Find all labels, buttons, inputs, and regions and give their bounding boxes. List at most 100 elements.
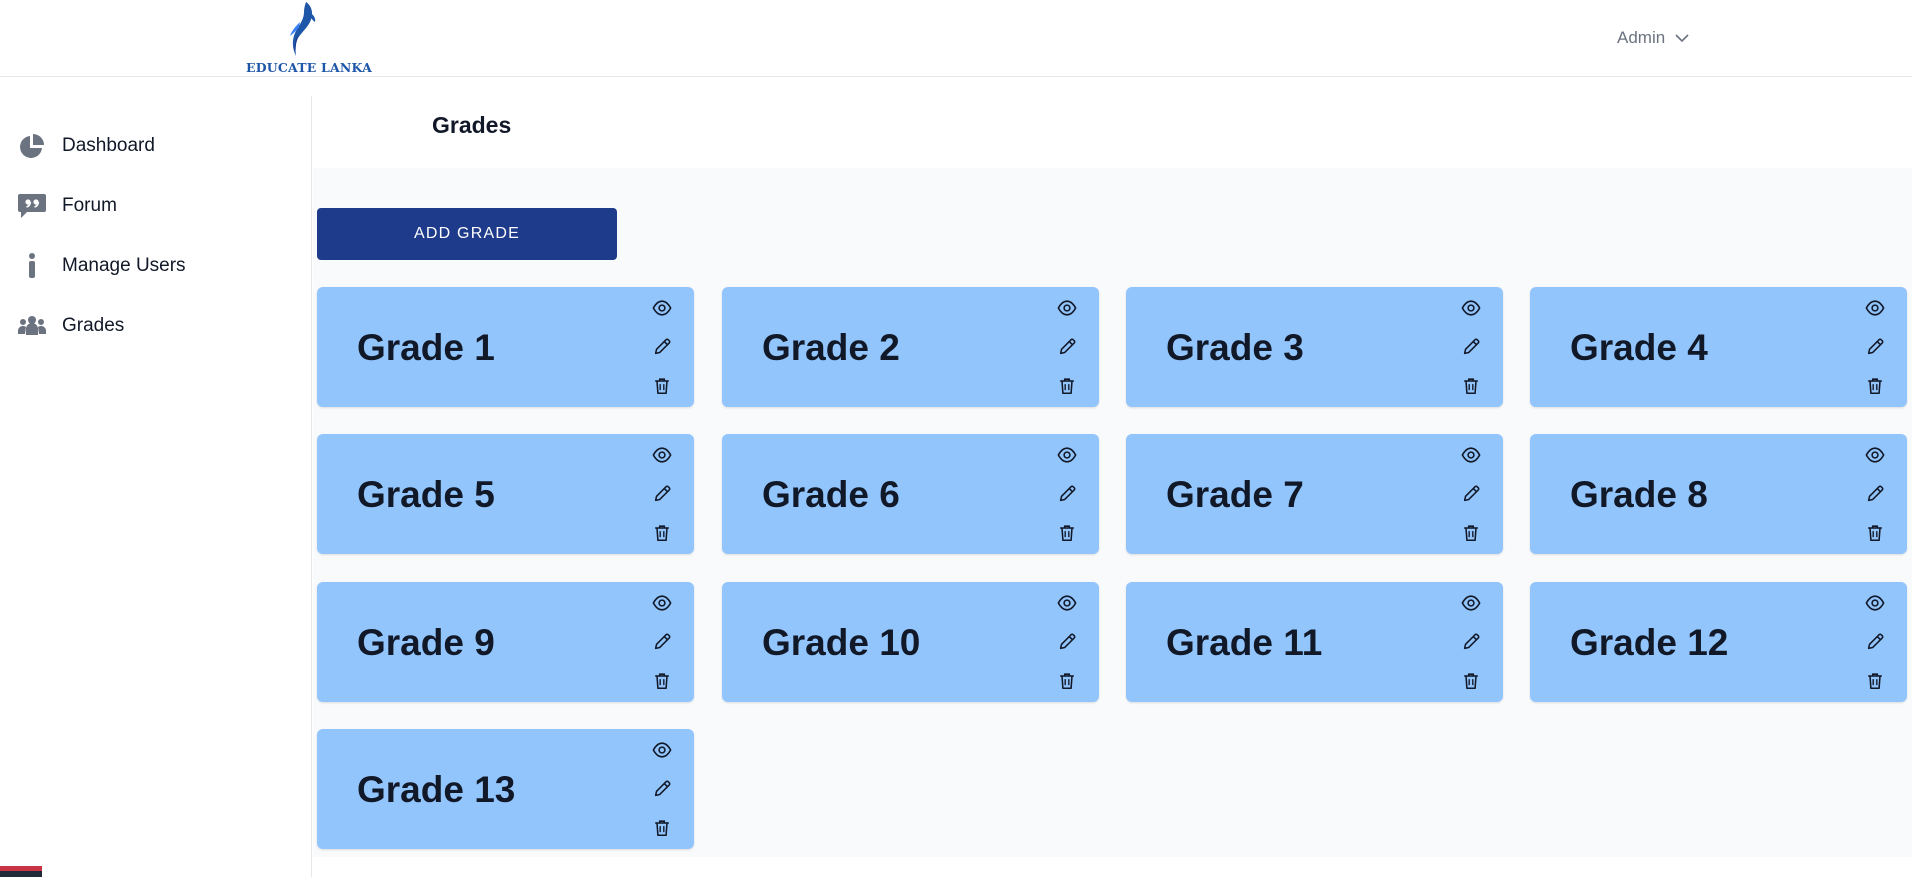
edit-grade-button[interactable] [1460, 483, 1482, 505]
grade-card-title: Grade 5 [357, 474, 495, 515]
eye-icon [652, 447, 672, 463]
grade-card-title: Grade 6 [762, 474, 900, 515]
users-group-icon [16, 310, 48, 342]
view-grade-button[interactable] [1056, 444, 1078, 466]
pencil-icon [1867, 338, 1884, 355]
delete-grade-button[interactable] [651, 670, 673, 692]
eye-icon [1057, 447, 1077, 463]
person-icon [16, 250, 48, 282]
grade-card[interactable]: Grade 7 [1126, 434, 1503, 554]
user-menu-dropdown[interactable]: Admin [1617, 26, 1689, 50]
trash-icon [1868, 673, 1882, 690]
user-menu-label: Admin [1617, 28, 1666, 47]
grade-card-title: Grade 10 [762, 622, 921, 663]
delete-grade-button[interactable] [1056, 670, 1078, 692]
feather-logo-icon [290, 2, 316, 56]
grade-card[interactable]: Grade 13 [317, 729, 694, 849]
trash-icon [1060, 525, 1074, 542]
eye-icon [1461, 300, 1481, 316]
eye-icon [1057, 595, 1077, 611]
sidebar-item-grades[interactable]: Grades [0, 301, 312, 351]
grade-card[interactable]: Grade 4 [1530, 287, 1907, 407]
pencil-icon [1867, 485, 1884, 502]
edit-grade-button[interactable] [1460, 336, 1482, 358]
delete-grade-button[interactable] [1864, 522, 1886, 544]
delete-grade-button[interactable] [651, 375, 673, 397]
edit-grade-button[interactable] [651, 483, 673, 505]
grade-card[interactable]: Grade 9 [317, 582, 694, 702]
trash-icon [1060, 378, 1074, 395]
view-grade-button[interactable] [1460, 444, 1482, 466]
grade-card[interactable]: Grade 12 [1530, 582, 1907, 702]
brand-name: EDUCATE LANKA [246, 60, 372, 75]
view-grade-button[interactable] [1864, 297, 1886, 319]
delete-grade-button[interactable] [1864, 375, 1886, 397]
trash-icon [655, 525, 669, 542]
eye-icon [1865, 300, 1885, 316]
delete-grade-button[interactable] [1460, 670, 1482, 692]
grade-card[interactable]: Grade 5 [317, 434, 694, 554]
grade-card[interactable]: Grade 11 [1126, 582, 1503, 702]
grade-card-title: Grade 4 [1570, 327, 1708, 368]
view-grade-button[interactable] [651, 444, 673, 466]
trash-icon [655, 820, 669, 837]
edit-grade-button[interactable] [1056, 631, 1078, 653]
trash-icon [1464, 378, 1478, 395]
edit-grade-button[interactable] [1460, 631, 1482, 653]
edit-grade-button[interactable] [651, 631, 673, 653]
trash-icon [1464, 673, 1478, 690]
grade-card-title: Grade 7 [1166, 474, 1304, 515]
eye-icon [1461, 595, 1481, 611]
view-grade-button[interactable] [1864, 592, 1886, 614]
view-grade-button[interactable] [651, 739, 673, 761]
grade-card-title: Grade 9 [357, 622, 495, 663]
brand-logo[interactable]: EDUCATE LANKA [244, 0, 372, 77]
sidebar-item-manage-users[interactable]: Manage Users [0, 241, 312, 291]
corner-flag-decoration [0, 866, 42, 877]
pencil-icon [1059, 485, 1076, 502]
view-grade-button[interactable] [651, 297, 673, 319]
sidebar-item-forum[interactable]: Forum [0, 181, 312, 231]
edit-grade-button[interactable] [651, 778, 673, 800]
pencil-icon [1059, 633, 1076, 650]
view-grade-button[interactable] [1460, 592, 1482, 614]
delete-grade-button[interactable] [1056, 522, 1078, 544]
edit-grade-button[interactable] [1864, 336, 1886, 358]
sidebar-item-label: Forum [62, 195, 117, 216]
grade-card[interactable]: Grade 2 [722, 287, 1099, 407]
eye-icon [1461, 447, 1481, 463]
delete-grade-button[interactable] [1460, 522, 1482, 544]
pencil-icon [654, 780, 671, 797]
sidebar-item-dashboard[interactable]: Dashboard [0, 121, 312, 171]
grade-card[interactable]: Grade 1 [317, 287, 694, 407]
edit-grade-button[interactable] [1056, 483, 1078, 505]
edit-grade-button[interactable] [1864, 631, 1886, 653]
delete-grade-button[interactable] [1056, 375, 1078, 397]
grade-card[interactable]: Grade 8 [1530, 434, 1907, 554]
grades-content: ADD GRADE Grade 1 Grade 2 Grade 3 Grade 4 Gr… [313, 168, 1912, 857]
edit-grade-button[interactable] [1056, 336, 1078, 358]
eye-icon [1865, 595, 1885, 611]
delete-grade-button[interactable] [1460, 375, 1482, 397]
view-grade-button[interactable] [1864, 444, 1886, 466]
view-grade-button[interactable] [1056, 297, 1078, 319]
delete-grade-button[interactable] [651, 522, 673, 544]
view-grade-button[interactable] [1056, 592, 1078, 614]
grade-card[interactable]: Grade 6 [722, 434, 1099, 554]
view-grade-button[interactable] [651, 592, 673, 614]
eye-icon [652, 742, 672, 758]
grade-card[interactable]: Grade 10 [722, 582, 1099, 702]
grade-card-title: Grade 13 [357, 769, 516, 810]
add-grade-button[interactable]: ADD GRADE [317, 208, 617, 260]
grade-card-title: Grade 12 [1570, 622, 1729, 663]
pencil-icon [654, 338, 671, 355]
grade-card[interactable]: Grade 3 [1126, 287, 1503, 407]
trash-icon [1060, 673, 1074, 690]
delete-grade-button[interactable] [1864, 670, 1886, 692]
edit-grade-button[interactable] [651, 336, 673, 358]
edit-grade-button[interactable] [1864, 483, 1886, 505]
trash-icon [1868, 378, 1882, 395]
view-grade-button[interactable] [1460, 297, 1482, 319]
sidebar: Dashboard Forum Manage Users Grades [0, 96, 312, 877]
delete-grade-button[interactable] [651, 817, 673, 839]
